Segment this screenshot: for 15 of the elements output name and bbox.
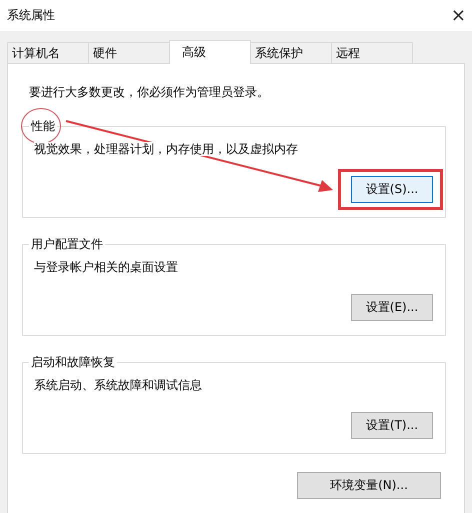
- close-icon[interactable]: ×: [450, 6, 466, 24]
- group-title: 用户配置文件: [30, 236, 104, 253]
- settings-button[interactable]: 设置(E)...: [351, 294, 433, 321]
- settings-button[interactable]: 设置(T)...: [351, 412, 433, 439]
- group-description: 系统启动、系统故障和调试信息: [34, 378, 202, 392]
- tab[interactable]: 远程: [331, 42, 413, 63]
- group-title: 启动和故障恢复: [30, 354, 116, 371]
- group-description: 与登录帐户相关的桌面设置: [34, 260, 178, 274]
- tab[interactable]: 高级: [169, 40, 251, 64]
- group-description: 视觉效果，处理器计划，内存使用，以及虚拟内存: [34, 142, 298, 156]
- tab[interactable]: 计算机名: [7, 42, 89, 63]
- window-title: 系统属性: [7, 7, 55, 24]
- notice-text: 要进行大多数更改，你必须作为管理员登录。: [29, 84, 270, 101]
- settings-button[interactable]: 设置(S)...: [351, 176, 433, 203]
- environment-variables-button[interactable]: 环境变量(N)...: [297, 472, 441, 499]
